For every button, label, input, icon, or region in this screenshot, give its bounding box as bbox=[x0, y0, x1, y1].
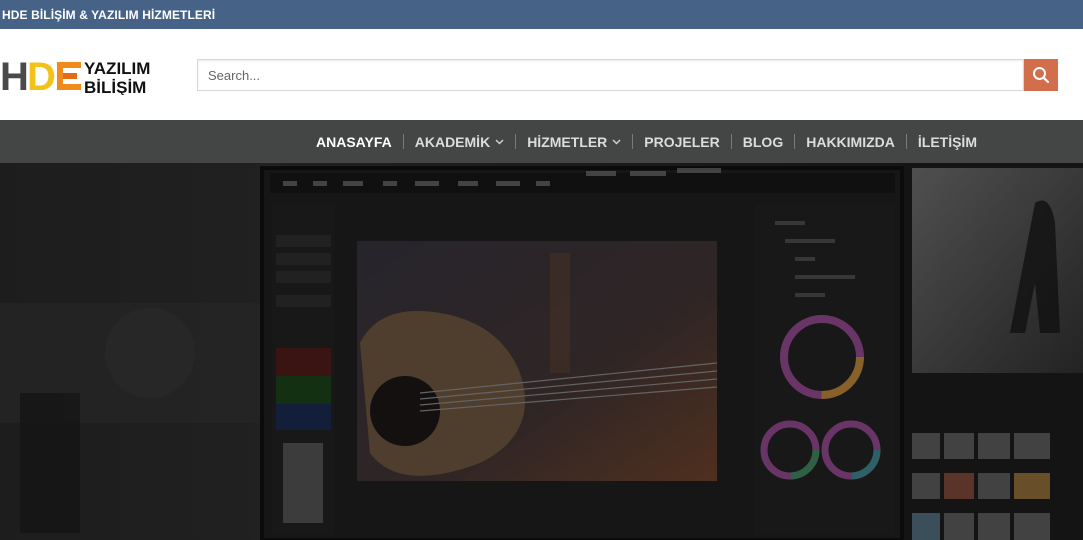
nav-item-label: HAKKIMIZDA bbox=[806, 133, 895, 150]
nav-item-label: İLETİŞİM bbox=[917, 133, 977, 150]
nav-item-label: BLOG bbox=[742, 133, 784, 150]
nav-separator bbox=[794, 134, 796, 149]
nav-separator bbox=[730, 134, 732, 149]
logo-line1: YAZILIM bbox=[84, 59, 150, 78]
nav-item-anasayfa[interactable]: ANASAYFA bbox=[316, 134, 392, 150]
search-icon bbox=[1033, 67, 1050, 84]
chevron-down-icon bbox=[495, 138, 504, 145]
nav-list: ANASAYFA AKADEMİK HİZMETLER PROJELER BLOG HAK… bbox=[316, 120, 977, 163]
logo-mark-e bbox=[57, 62, 81, 90]
nav-item-akademi-k[interactable]: AKADEMİK bbox=[415, 134, 504, 150]
hero-banner bbox=[0, 163, 1083, 540]
logo-mark-h: H bbox=[0, 55, 29, 95]
nav-item-hi-zmetler[interactable]: HİZMETLER bbox=[527, 134, 621, 150]
site-title: HDE BİLİŞİM & YAZILIM HİZMETLERİ bbox=[2, 8, 216, 22]
nav-item-hakkimizda[interactable]: HAKKIMIZDA bbox=[806, 134, 895, 150]
nav-separator bbox=[632, 134, 634, 149]
logo-line2: BİLİŞİM bbox=[84, 78, 146, 95]
nav-item-projeler[interactable]: PROJELER bbox=[644, 134, 719, 150]
search-button[interactable] bbox=[1024, 59, 1058, 91]
nav-item-i-leti-si-m[interactable]: İLETİŞİM bbox=[918, 134, 977, 150]
nav-item-label: ANASAYFA bbox=[316, 133, 392, 150]
site-logo[interactable]: H D YAZILIM BİLİŞİM bbox=[0, 55, 170, 99]
header: H D YAZILIM BİLİŞİM bbox=[0, 29, 1083, 120]
nav-separator bbox=[515, 134, 517, 149]
hero-image bbox=[0, 163, 1083, 540]
nav-separator bbox=[402, 134, 404, 149]
logo-mark-d: D bbox=[27, 55, 56, 95]
nav-item-label: HİZMETLER bbox=[527, 133, 608, 150]
top-bar: HDE BİLİŞİM & YAZILIM HİZMETLERİ bbox=[0, 0, 1083, 29]
chevron-down-icon bbox=[612, 138, 621, 145]
logo-graphic: H D YAZILIM BİLİŞİM bbox=[0, 55, 150, 99]
search-input[interactable] bbox=[197, 59, 1024, 91]
nav-item-label: AKADEMİK bbox=[414, 133, 491, 150]
nav-item-blog[interactable]: BLOG bbox=[743, 134, 783, 150]
nav-item-label: PROJELER bbox=[644, 133, 720, 150]
search-form bbox=[197, 59, 1058, 91]
main-nav: ANASAYFA AKADEMİK HİZMETLER PROJELER BLOG HAK… bbox=[0, 120, 1083, 163]
nav-separator bbox=[905, 134, 907, 149]
